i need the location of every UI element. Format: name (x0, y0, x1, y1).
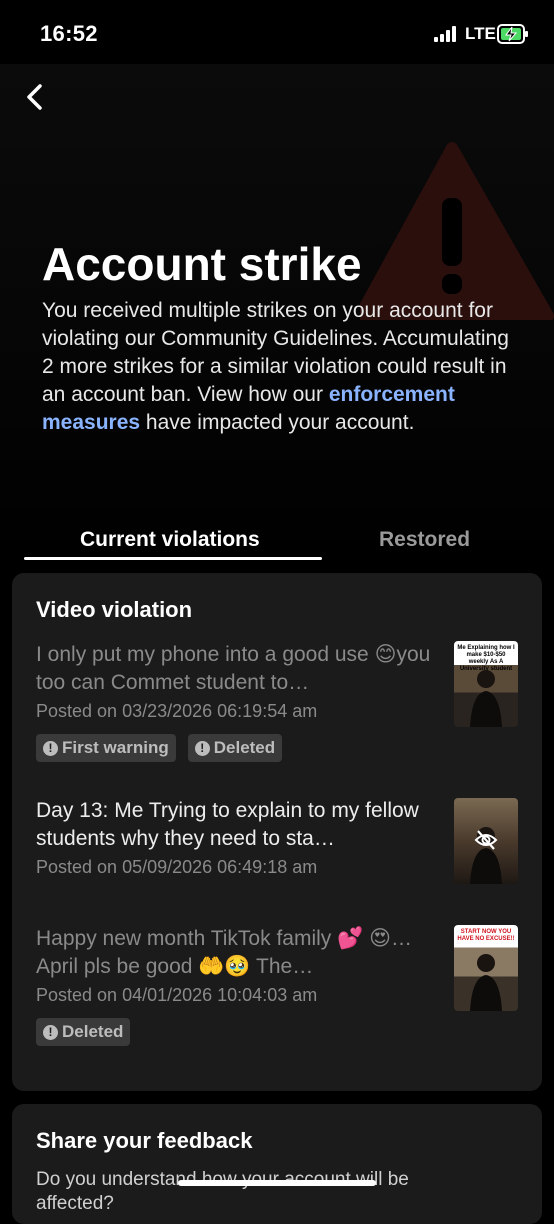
violation-caption: Happy new month TikTok family 💕 😍…April … (36, 927, 412, 978)
video-thumbnail[interactable]: START NOW YOU HAVE NO EXCUSE!! (454, 925, 518, 1011)
tab-selected-indicator (24, 557, 322, 560)
network-label: LTE (465, 24, 496, 43)
person-silhouette (470, 954, 502, 1011)
status-bar: 16:52 LTE (0, 0, 554, 64)
tab-current-violations[interactable]: Current violations (80, 528, 260, 552)
deleted-badge: ! Deleted (187, 734, 283, 762)
video-violation-card: Video violation I only put my phone into… (12, 573, 542, 1091)
first-warning-badge: ! First warning (36, 734, 176, 762)
strike-description: You received multiple strikes on your ac… (42, 299, 509, 434)
card-title: Video violation (36, 597, 193, 622)
signal-icon (434, 26, 458, 42)
video-thumbnail[interactable] (454, 798, 518, 884)
feedback-title: Share your feedback (36, 1128, 253, 1153)
person-silhouette (470, 670, 502, 727)
feedback-question: Do you understand how your account will … (36, 1169, 409, 1214)
status-time: 16:52 (40, 21, 98, 46)
info-icon: ! (194, 740, 210, 756)
hidden-eye-icon (474, 830, 498, 850)
violation-caption: I only put my phone into a good use 😊you… (36, 643, 431, 694)
feedback-card: Share your feedback Do you understand ho… (12, 1104, 542, 1224)
battery-charging-icon (497, 24, 528, 44)
violation-caption: Day 13: Me Trying to explain to my fello… (36, 799, 419, 850)
violation-badges: ! First warning ! Deleted (36, 734, 536, 762)
back-arrow-icon[interactable] (20, 82, 50, 112)
violation-badges: ! Deleted (36, 1018, 536, 1046)
page-title: Account strike (42, 238, 362, 290)
info-icon: ! (43, 740, 58, 756)
home-indicator[interactable] (178, 1180, 376, 1186)
violation-tabs: Current violations Restored (0, 520, 554, 564)
video-thumbnail[interactable]: Me Explaining how I make $10-$50 weekly … (454, 641, 518, 727)
deleted-badge: ! Deleted (36, 1018, 131, 1046)
info-icon: ! (43, 1024, 58, 1040)
warning-triangle-icon (360, 142, 554, 320)
thumbnail-caption: START NOW YOU HAVE NO EXCUSE!! (457, 929, 515, 942)
tab-restored[interactable]: Restored (379, 528, 470, 552)
